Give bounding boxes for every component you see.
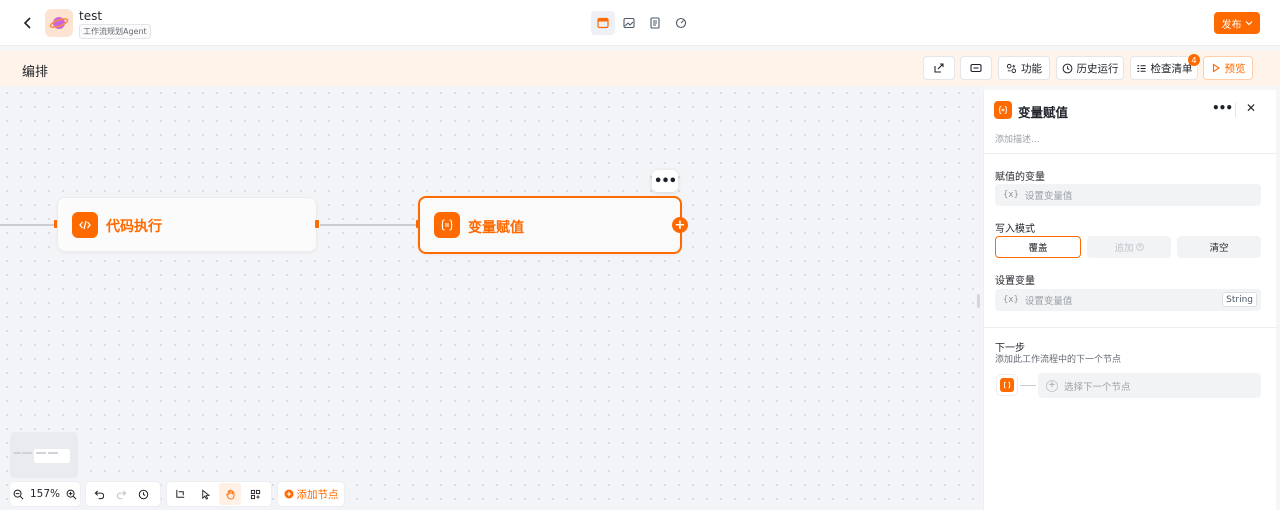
mode-clear[interactable]: 清空 [1177,236,1261,258]
plus-circle-icon [284,489,293,499]
set-var-input[interactable]: {x} 设置变量值 String [995,289,1261,311]
add-next-node-icon[interactable]: + [672,217,688,233]
app-avatar[interactable] [45,9,73,37]
code-icon [72,212,98,238]
publish-button[interactable]: 发布 [1214,12,1260,34]
node-title: 变量赋值 [468,220,524,236]
next-node-placeholder: 选择下一个节点 [1064,381,1131,393]
feature-button[interactable]: 功能 [998,56,1050,80]
share-button[interactable] [923,56,955,80]
minimap-viewport[interactable] [34,449,70,463]
node-title: 代码执行 [106,219,162,235]
workflow-canvas[interactable] [0,86,982,510]
minimap-node [22,452,32,454]
assigned-var-input[interactable]: {x} 设置变量值 [995,184,1261,206]
write-mode-selector: 覆盖 追加 清空 [995,236,1261,258]
zoom-out-icon[interactable] [10,483,28,505]
node-code-exec[interactable]: 代码执行 [57,197,317,252]
minimap[interactable] [10,432,78,478]
preview-button[interactable]: 预览 [1203,56,1253,80]
redo-icon[interactable] [110,483,132,505]
checklist-icon [1136,64,1146,72]
close-icon[interactable]: ✕ [1246,101,1256,115]
top-bar: test 工作流规划Agent 发布 [0,0,1280,46]
variable-assign-icon [434,212,460,238]
mode-overwrite[interactable]: 覆盖 [995,236,1081,258]
variable-assign-icon [994,101,1012,119]
panel-title[interactable]: 变量赋值 [1018,102,1068,121]
workflow-view-icon[interactable] [591,11,615,35]
share-icon [934,63,944,73]
publish-label: 发布 [1221,19,1242,31]
divider [984,327,1277,328]
env-variable-icon [970,63,982,73]
zoom-level: 157% [29,488,61,500]
history-run-button[interactable]: 历史运行 [1056,56,1124,80]
more-icon[interactable]: ••• [1212,101,1233,115]
divider [984,153,1277,154]
plus-icon: + [1046,379,1058,392]
checklist-count-badge: 4 [1188,54,1200,66]
pointer-icon[interactable] [194,483,216,505]
organize-icon[interactable] [244,483,266,505]
app-name: test [79,9,103,23]
node-output-port[interactable] [315,220,319,228]
feature-icon [1006,63,1017,73]
type-tag[interactable]: String [1222,292,1257,307]
assigned-var-placeholder: 设置变量值 [1024,191,1073,202]
description-input[interactable]: 添加描述... [995,132,1040,145]
assigned-var-label: 赋值的变量 [995,172,1045,183]
back-arrow-icon[interactable] [18,13,38,33]
add-node-button[interactable]: 添加节点 [278,482,344,506]
hand-icon[interactable] [219,483,241,505]
edge-code-to-assign [320,224,418,226]
monitor-view-icon[interactable] [669,11,693,35]
history-controls [86,482,160,506]
minimap-node [48,452,58,454]
version-history-icon[interactable] [132,483,154,505]
variable-icon: {x} [1003,295,1019,305]
preview-label: 预览 [1224,62,1246,75]
chevron-down-icon [1245,21,1252,26]
interaction-controls [167,482,271,506]
variables-button[interactable] [960,56,992,80]
minimap-node [36,452,46,454]
set-var-label: 设置变量 [995,276,1035,287]
variable-icon: {x} [1003,190,1019,200]
view-switcher [591,11,693,35]
mode-append[interactable]: 追加 [1087,236,1171,258]
panel-resize-handle[interactable] [977,294,980,308]
node-variable-assign[interactable]: 变量赋值 [418,196,682,254]
checklist-label: 检查清单 [1150,62,1193,75]
mode-append-label: 追加 [1114,243,1134,254]
select-next-node-button[interactable]: + 选择下一个节点 [1038,373,1261,398]
feature-label: 功能 [1021,62,1042,75]
history-clock-icon [1062,63,1072,73]
divider [1235,103,1236,117]
set-var-placeholder: 设置变量值 [1024,296,1073,307]
add-node-label: 添加节点 [296,488,339,501]
zoom-controls: 157% [10,482,80,506]
write-mode-label: 写入模式 [995,224,1035,235]
node-config-panel: 变量赋值 ••• ✕ 添加描述... 赋值的变量 {x} 设置变量值 写入模式 … [983,90,1277,510]
undo-icon[interactable] [88,483,110,505]
app-type-tag: 工作流规划Agent [79,24,151,39]
document-view-icon[interactable] [643,11,667,35]
edge-incoming [0,224,56,226]
help-icon [1135,243,1144,251]
node-more-button[interactable]: ••• [652,170,678,192]
zoom-in-icon[interactable] [62,483,80,505]
play-icon [1212,63,1220,73]
next-step-description: 添加此工作流程中的下一个节点 [995,355,1122,365]
image-view-icon[interactable] [617,11,641,35]
current-node-icon [996,374,1018,396]
history-label: 历史运行 [1076,62,1119,75]
minimap-edge [13,452,21,454]
connector-line [1020,385,1036,386]
page-title: 编排 [22,65,49,80]
auto-layout-icon[interactable] [169,483,191,505]
variable-assign-icon [1000,378,1014,392]
